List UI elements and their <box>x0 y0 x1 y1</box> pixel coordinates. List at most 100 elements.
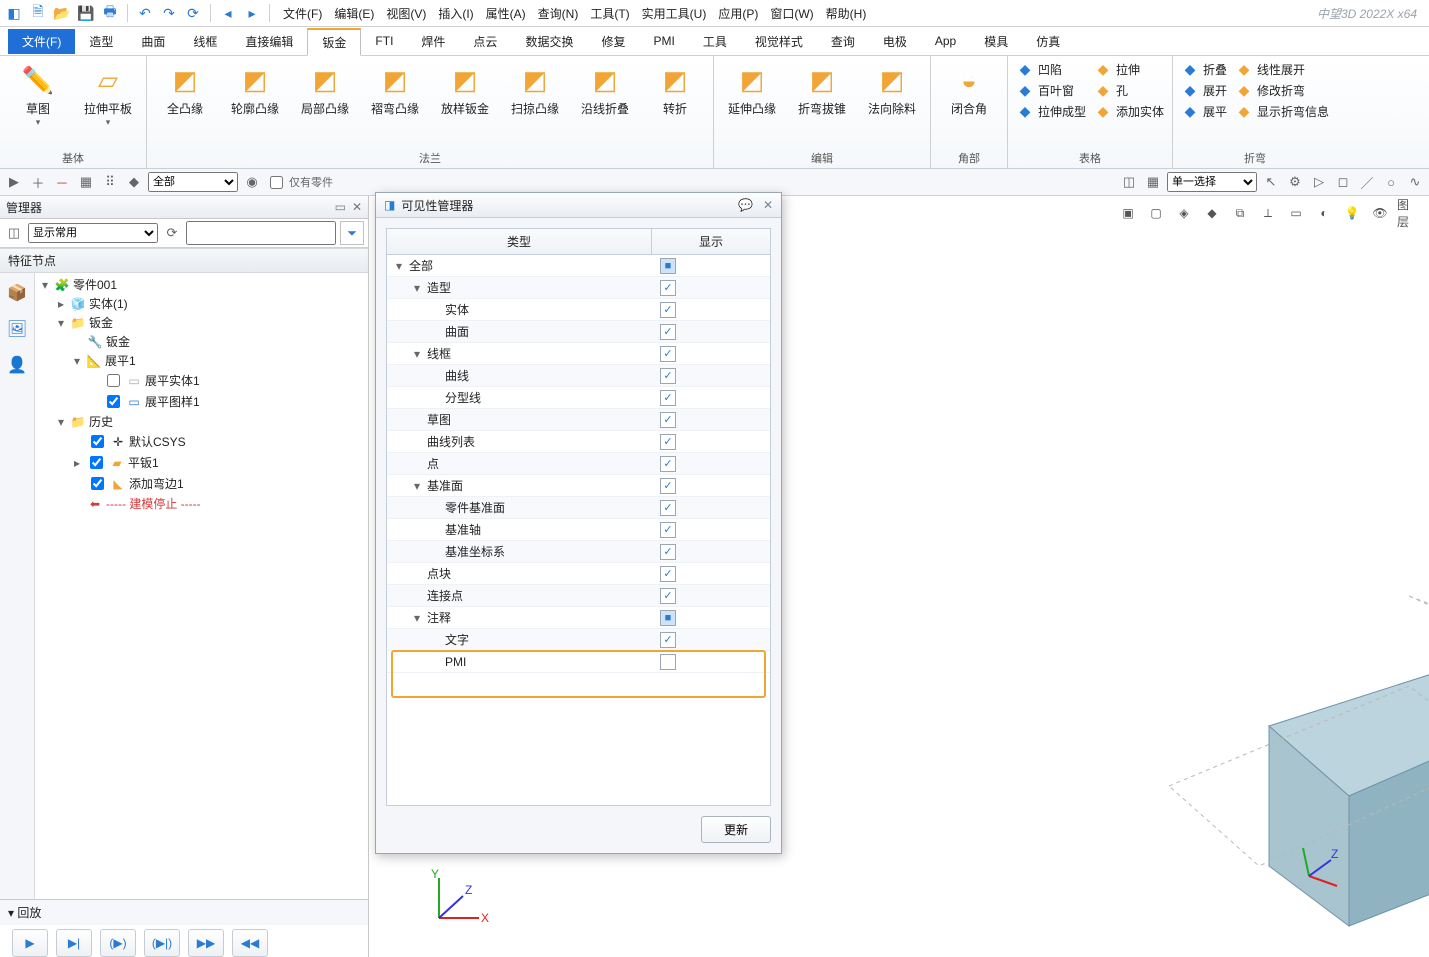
visibility-checkbox[interactable]: ✓ <box>660 324 676 340</box>
ribbon-small-button[interactable]: ◆显示折弯信息 <box>1235 102 1329 120</box>
ribbon-tab[interactable]: 工具 <box>689 29 741 54</box>
menu-item[interactable]: 文件(F) <box>277 3 328 24</box>
ribbon-tab[interactable]: FTI <box>361 30 407 52</box>
save-icon[interactable]: 💾 <box>76 3 96 23</box>
refresh-icon[interactable]: ⟳ <box>183 3 203 23</box>
ribbon-tab[interactable]: 查询 <box>817 29 869 54</box>
visibility-row[interactable]: PMI✓ <box>387 651 770 673</box>
ribbon-small-button[interactable]: ◆折叠 <box>1181 60 1227 78</box>
visibility-checkbox[interactable]: ✓ <box>660 412 676 428</box>
visibility-checkbox[interactable]: ■ <box>660 258 676 274</box>
visibility-checkbox[interactable]: ✓ <box>660 456 676 472</box>
visibility-row[interactable]: 曲线列表✓ <box>387 431 770 453</box>
search-input[interactable] <box>186 221 336 245</box>
visibility-row[interactable]: ▾注释■ <box>387 607 770 629</box>
curve-icon[interactable]: ∿ <box>1405 172 1425 192</box>
step-in-button[interactable]: (▶) <box>100 929 136 957</box>
step-fwd-button[interactable]: ▶| <box>56 929 92 957</box>
feedback-icon[interactable]: 💬 <box>738 198 753 212</box>
side-part-icon[interactable]: 📦 <box>5 281 29 305</box>
menu-item[interactable]: 插入(I) <box>432 3 479 24</box>
ribbon-big-button[interactable]: ◩沿线折叠 <box>575 60 635 117</box>
ribbon-big-button[interactable]: ◩法向除料 <box>862 60 922 117</box>
play-button[interactable]: ▶ <box>12 929 48 957</box>
visibility-checkbox[interactable]: ✓ <box>660 632 676 648</box>
ribbon-tab[interactable]: 仿真 <box>1022 29 1074 54</box>
step-out-button[interactable]: (▶|) <box>144 929 180 957</box>
vp-wire-icon[interactable]: ▢ <box>1145 202 1167 224</box>
tree-stop-marker[interactable]: ⬅----- 建模停止 ----- <box>35 494 368 513</box>
ribbon-tab[interactable]: 焊件 <box>407 29 459 54</box>
nav-right-icon[interactable]: ▸ <box>242 3 262 23</box>
visibility-checkbox[interactable]: ✓ <box>660 434 676 450</box>
visibility-checkbox[interactable]: ✓ <box>660 280 676 296</box>
ribbon-big-button[interactable]: ◩延伸凸缘 <box>722 60 782 117</box>
circle-icon[interactable]: ○ <box>1381 172 1401 192</box>
ribbon-small-button[interactable]: ◆凹陷 <box>1016 60 1086 78</box>
tree-mode-icon[interactable]: ◫ <box>4 223 24 243</box>
filter2-icon[interactable]: ◉ <box>242 172 262 192</box>
ribbon-tab[interactable]: PMI <box>639 30 688 52</box>
visibility-row[interactable]: 分型线✓ <box>387 387 770 409</box>
tree-node[interactable]: ▭展平图样1 <box>35 391 368 412</box>
feature-tree[interactable]: ▾🧩零件001 ▸🧊实体(1) ▾📁钣金 🔧钣金 ▾📐展平1 ▭展平实体1 ▭展… <box>35 273 368 899</box>
refresh-button[interactable]: 更新 <box>701 816 771 843</box>
cursor-icon[interactable]: ↖ <box>1261 172 1281 192</box>
menu-item[interactable]: 应用(P) <box>712 3 764 24</box>
stop-icon[interactable]: ◻ <box>1333 172 1353 192</box>
play-icon[interactable]: ▷ <box>1309 172 1329 192</box>
ffwd-button[interactable]: ▶▶ <box>188 929 224 957</box>
menu-item[interactable]: 实用工具(U) <box>636 3 713 24</box>
visibility-row[interactable]: 草图✓ <box>387 409 770 431</box>
print-icon[interactable]: 🖶 <box>100 3 120 23</box>
playback-header[interactable]: ▾ 回放 <box>0 900 368 925</box>
visibility-checkbox[interactable]: ■ <box>660 610 676 626</box>
tree-node[interactable]: ✛默认CSYS <box>35 431 368 452</box>
dialog-titlebar[interactable]: ◨ 可见性管理器 💬 ✕ <box>376 193 781 218</box>
ribbon-tab[interactable]: 文件(F) <box>8 29 75 54</box>
vp-measure-icon[interactable]: ⟂ <box>1257 202 1279 224</box>
ribbon-small-button[interactable]: ◆添加实体 <box>1094 102 1164 120</box>
visibility-checkbox[interactable]: ✓ <box>660 302 676 318</box>
ribbon-tab[interactable]: 直接编辑 <box>231 29 307 54</box>
tree-node[interactable]: 🔧钣金 <box>35 332 368 351</box>
menu-item[interactable]: 工具(T) <box>584 3 635 24</box>
extrude-flat-button[interactable]: ▱拉伸平板 <box>78 60 138 128</box>
ribbon-tab[interactable]: 造型 <box>75 29 127 54</box>
ribbon-tab[interactable]: 点云 <box>459 29 511 54</box>
menu-item[interactable]: 属性(A) <box>480 3 532 24</box>
ribbon-tab[interactable]: 模具 <box>970 29 1022 54</box>
visibility-row[interactable]: 零件基准面✓ <box>387 497 770 519</box>
dock-icon[interactable]: ▭ <box>335 200 346 214</box>
visibility-row[interactable]: 实体✓ <box>387 299 770 321</box>
visibility-row[interactable]: 曲面✓ <box>387 321 770 343</box>
ribbon-big-button[interactable]: ◩局部凸缘 <box>295 60 355 117</box>
nav-left-icon[interactable]: ◂ <box>218 3 238 23</box>
ribbon-big-button[interactable]: ◩转折 <box>645 60 705 117</box>
ribbon-small-button[interactable]: ◆百叶窗 <box>1016 81 1086 99</box>
menu-item[interactable]: 编辑(E) <box>328 3 380 24</box>
visibility-checkbox[interactable]: ✓ <box>660 346 676 362</box>
ribbon-small-button[interactable]: ◆修改折弯 <box>1235 81 1329 99</box>
only-parts-check[interactable]: 仅有零件 <box>266 173 333 192</box>
vp-plane-icon[interactable]: ▭ <box>1285 202 1307 224</box>
select-window-icon[interactable]: ▦ <box>76 172 96 192</box>
visibility-row[interactable]: ▾基准面✓ <box>387 475 770 497</box>
visibility-row[interactable]: ▾造型✓ <box>387 277 770 299</box>
tree-node[interactable]: ◣添加弯边1 <box>35 473 368 494</box>
show-mode-select[interactable]: 显示常用 <box>28 223 158 243</box>
filter-select[interactable]: 全部 <box>148 172 238 192</box>
redo-icon[interactable]: ↷ <box>159 3 179 23</box>
ribbon-big-button[interactable]: ◩放样钣金 <box>435 60 495 117</box>
minus-icon[interactable]: － <box>52 172 72 192</box>
visibility-checkbox[interactable]: ✓ <box>660 654 676 670</box>
line-icon[interactable]: ／ <box>1357 172 1377 192</box>
more-select-icon[interactable]: ⠿ <box>100 172 120 192</box>
visibility-checkbox[interactable]: ✓ <box>660 522 676 538</box>
pick-mode-select[interactable]: 单一选择 <box>1167 172 1257 192</box>
tree-node[interactable]: ▸🧊实体(1) <box>35 294 368 313</box>
visibility-row[interactable]: 点✓ <box>387 453 770 475</box>
ribbon-tab[interactable]: 电极 <box>869 29 921 54</box>
view-cube-icon[interactable]: ◫ <box>1119 172 1139 192</box>
ribbon-small-button[interactable]: ◆线性展开 <box>1235 60 1329 78</box>
